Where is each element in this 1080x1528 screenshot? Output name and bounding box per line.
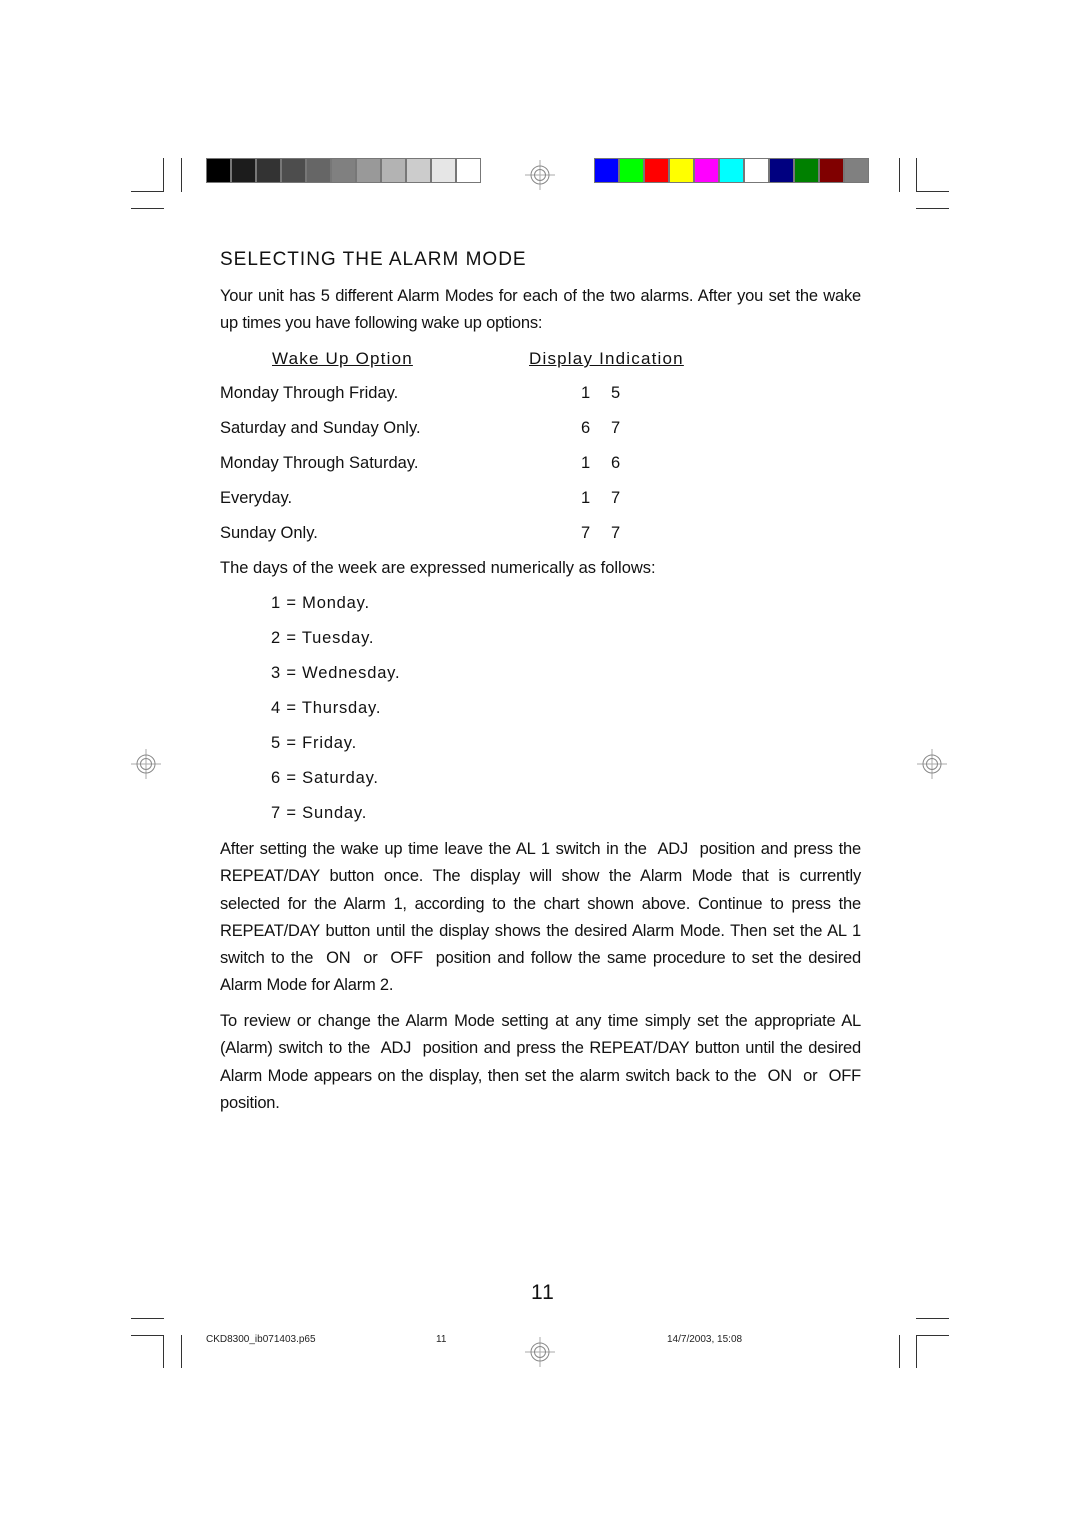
list-item: 3 = Wednesday. xyxy=(271,664,401,682)
color-swatch xyxy=(694,158,719,183)
list-item: 4 = Thursday. xyxy=(271,699,382,717)
color-swatch xyxy=(231,158,256,183)
display-end-day: 6 xyxy=(611,454,621,472)
registration-mark-icon xyxy=(525,160,555,190)
color-swatch xyxy=(594,158,619,183)
days-intro: The days of the week are expressed numer… xyxy=(220,559,656,577)
color-swatch xyxy=(281,158,306,183)
column-header-display-indication: Display Indication xyxy=(529,349,684,368)
color-swatch xyxy=(306,158,331,183)
color-swatch xyxy=(406,158,431,183)
column-header-wake-up-option: Wake Up Option xyxy=(272,349,413,368)
registration-mark-icon xyxy=(917,749,947,779)
footer-page: 11 xyxy=(436,1334,447,1345)
list-item: 5 = Friday. xyxy=(271,734,357,752)
color-swatch xyxy=(456,158,481,183)
list-item: 6 = Saturday. xyxy=(271,769,379,787)
color-swatch xyxy=(431,158,456,183)
color-swatch xyxy=(719,158,744,183)
color-swatch xyxy=(744,158,769,183)
display-start-day: 7 xyxy=(581,524,591,542)
color-swatch xyxy=(381,158,406,183)
color-swatch xyxy=(356,158,381,183)
list-item: 2 = Tuesday. xyxy=(271,629,375,647)
color-swatch xyxy=(794,158,819,183)
color-calibration-bar xyxy=(594,158,869,183)
wake-up-option: Monday Through Saturday. xyxy=(220,454,419,472)
list-item: 7 = Sunday. xyxy=(271,804,368,822)
review-paragraph: To review or change the Alarm Mode setti… xyxy=(220,1012,870,1112)
registration-mark-icon xyxy=(525,1337,555,1367)
color-swatch xyxy=(769,158,794,183)
list-item: 1 = Monday. xyxy=(271,594,370,612)
display-end-day: 7 xyxy=(611,489,621,507)
color-swatch xyxy=(619,158,644,183)
display-start-day: 1 xyxy=(581,454,591,472)
color-swatch xyxy=(256,158,281,183)
wake-up-option: Monday Through Friday. xyxy=(220,384,399,402)
grayscale-calibration-bar xyxy=(206,158,481,183)
display-start-day: 1 xyxy=(581,489,591,507)
footer-timestamp: 14/7/2003, 15:08 xyxy=(667,1334,743,1345)
color-swatch xyxy=(844,158,869,183)
color-swatch xyxy=(819,158,844,183)
color-swatch xyxy=(644,158,669,183)
intro-paragraph: Your unit has 5 different Alarm Modes fo… xyxy=(220,287,861,333)
display-start-day: 1 xyxy=(581,384,591,402)
color-swatch xyxy=(206,158,231,183)
section-title: SELECTING THE ALARM MODE xyxy=(220,249,527,270)
wake-up-option: Everyday. xyxy=(220,489,293,507)
wake-up-option: Saturday and Sunday Only. xyxy=(220,419,421,437)
registration-mark-icon xyxy=(131,749,161,779)
color-swatch xyxy=(669,158,694,183)
instructions-paragraph: After setting the wake up time leave the… xyxy=(220,840,866,995)
page-number: 11 xyxy=(531,1281,555,1304)
display-end-day: 5 xyxy=(611,384,621,402)
display-end-day: 7 xyxy=(611,419,621,437)
color-swatch xyxy=(331,158,356,183)
display-start-day: 6 xyxy=(581,419,591,437)
footer-filename: CKD8300_ib071403.p65 xyxy=(206,1334,316,1345)
display-end-day: 7 xyxy=(611,524,621,542)
wake-up-option: Sunday Only. xyxy=(220,524,318,542)
